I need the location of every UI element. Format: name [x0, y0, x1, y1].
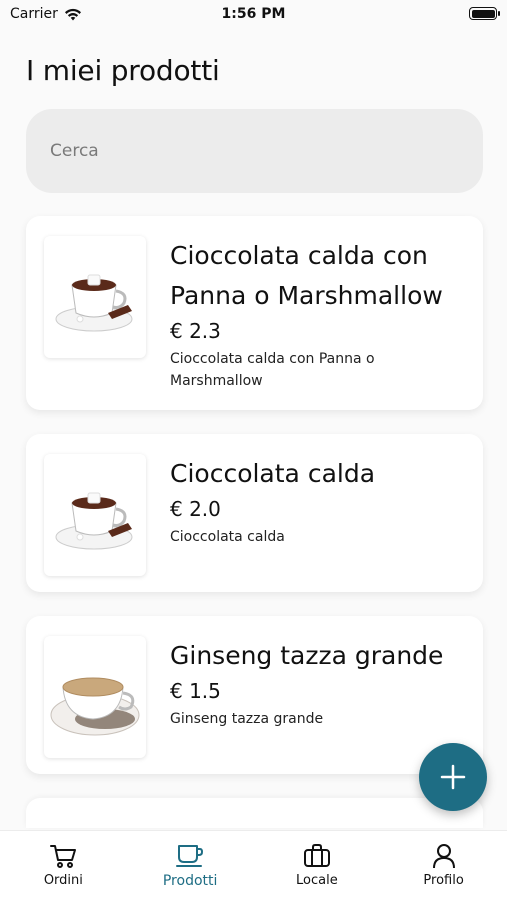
tab-profilo[interactable]: Profilo: [380, 831, 507, 900]
briefcase-icon: [303, 844, 330, 867]
battery-icon: [469, 7, 500, 20]
tab-bar: Ordini Prodotti Locale Profilo: [0, 830, 507, 900]
tab-label: Locale: [296, 873, 338, 888]
add-product-button[interactable]: [419, 743, 487, 811]
tab-locale[interactable]: Locale: [254, 831, 381, 900]
product-description: Ginseng tazza grande: [170, 711, 324, 727]
product-price: € 2.3: [170, 319, 221, 343]
product-description: Cioccolata calda con Panna o Marshmallow: [170, 351, 375, 389]
product-card[interactable]: Cioccolata calda € 2.0 Cioccolata calda: [26, 434, 483, 592]
cart-icon: [50, 845, 77, 868]
tab-label: Profilo: [423, 873, 464, 888]
search-input[interactable]: [26, 109, 483, 193]
product-image-ginseng-cup: [44, 636, 146, 758]
tab-ordini[interactable]: Ordini: [0, 831, 127, 900]
product-list: Cioccolata calda con Panna o Marshmallow…: [26, 216, 483, 828]
product-image-hot-chocolate: [44, 236, 146, 358]
product-name: Cioccolata calda: [170, 459, 376, 488]
status-time: 1:56 PM: [221, 6, 286, 22]
tab-prodotti[interactable]: Prodotti: [127, 831, 254, 900]
page-title: I miei prodotti: [26, 54, 220, 87]
search-bar[interactable]: [26, 109, 483, 193]
product-description: Cioccolata calda: [170, 529, 285, 545]
tab-label: Ordini: [43, 873, 83, 888]
product-card[interactable]: Cioccolata calda con Panna o Marshmallow…: [26, 216, 483, 410]
product-image-hot-chocolate: [44, 454, 146, 576]
user-icon: [432, 844, 455, 869]
product-name: Ginseng tazza grande: [170, 641, 444, 670]
product-price: € 1.5: [170, 679, 221, 703]
product-card[interactable]: Ginseng tazza grande € 1.5 Ginseng tazza…: [26, 616, 483, 774]
coffee-cup-icon: [176, 845, 204, 867]
product-card-partial[interactable]: [26, 798, 483, 828]
product-price: € 2.0: [170, 497, 221, 521]
product-name: Cioccolata calda con Panna o Marshmallow: [170, 241, 443, 310]
status-bar: Carrier 1:56 PM: [0, 0, 507, 30]
tab-label: Prodotti: [162, 873, 218, 889]
plus-icon: [440, 764, 466, 790]
